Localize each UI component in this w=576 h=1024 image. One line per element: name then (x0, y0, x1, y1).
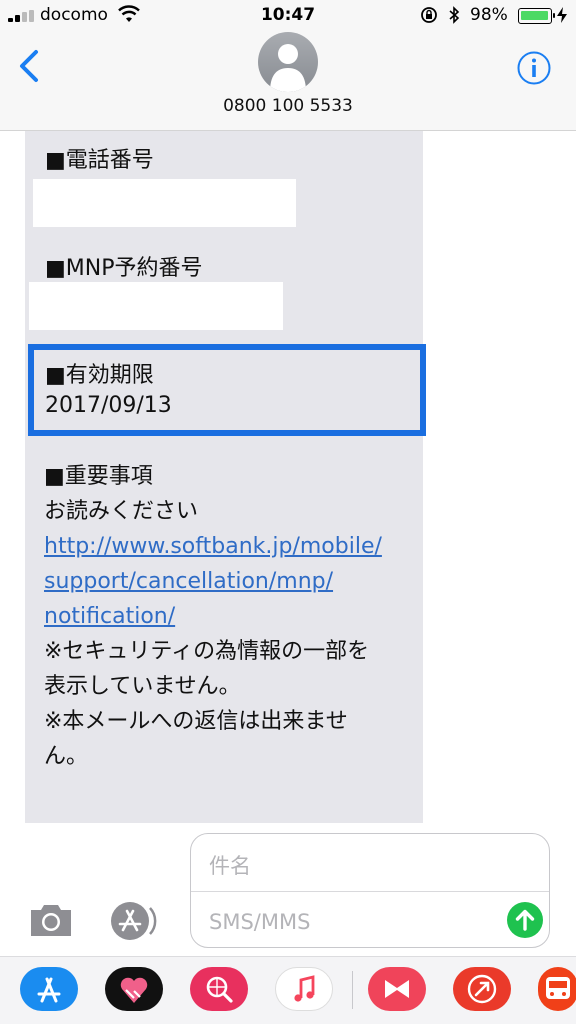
compass-arrow-icon[interactable] (453, 967, 511, 1011)
music-icon[interactable] (275, 967, 333, 1011)
phone-number-label: ■電話番号 (45, 148, 154, 173)
camera-button[interactable] (27, 900, 75, 940)
expiry-date: 2017/09/13 (45, 393, 172, 418)
avatar-icon (270, 44, 306, 92)
web-search-icon[interactable] (190, 967, 248, 1011)
message-input[interactable]: SMS/MMS (209, 910, 310, 934)
notification-link-2[interactable]: support/cancellation/mnp/ (44, 569, 333, 594)
info-button[interactable] (516, 50, 552, 86)
bowtie-icon[interactable] (368, 967, 426, 1011)
app-store-button[interactable] (106, 898, 160, 944)
contact-avatar[interactable] (258, 32, 318, 92)
important-label: ■重要事項 (44, 464, 153, 489)
expiry-label: ■有効期限 (45, 363, 154, 388)
security-note-line-2: 表示していません。 (44, 674, 241, 699)
navigation-header: docomo 10:47 98% 0800 100 5533 (0, 0, 576, 131)
notification-link-3[interactable]: notification/ (44, 604, 175, 629)
reply-note-line-2: ん。 (44, 744, 89, 769)
redacted-phone-field (33, 179, 296, 227)
battery-percentage: 98% (470, 5, 508, 25)
important-notes: ■重要事項 お読みください http://www.softbank.jp/mob… (44, 459, 419, 774)
notification-link-1[interactable]: http://www.softbank.jp/mobile/ (44, 534, 382, 559)
compose-divider (191, 891, 549, 892)
charging-icon (557, 7, 567, 23)
compose-box[interactable]: 件名 SMS/MMS (190, 833, 550, 948)
reply-note-line-1: ※本メールへの返信は出来ませ (44, 709, 348, 734)
battery-icon (518, 8, 555, 24)
app-store-icon[interactable] (20, 967, 78, 1011)
subject-input[interactable]: 件名 (209, 850, 251, 880)
redacted-mnp-field (29, 282, 283, 330)
back-button[interactable] (12, 44, 46, 88)
security-note-line-1: ※セキュリティの為情報の一部を (44, 639, 370, 664)
contact-name[interactable]: 0800 100 5533 (0, 96, 576, 116)
drawer-separator (352, 971, 353, 1009)
send-button[interactable] (506, 901, 544, 939)
read-instruction: お読みください (44, 499, 199, 524)
bluetooth-icon (449, 6, 460, 24)
train-icon[interactable] (538, 967, 576, 1011)
app-drawer (0, 956, 576, 1024)
mnp-number-label: ■MNP予約番号 (45, 256, 203, 281)
status-bar: docomo 10:47 98% (0, 0, 576, 30)
heart-hands-icon[interactable] (105, 967, 163, 1011)
rotation-lock-icon (421, 7, 437, 23)
